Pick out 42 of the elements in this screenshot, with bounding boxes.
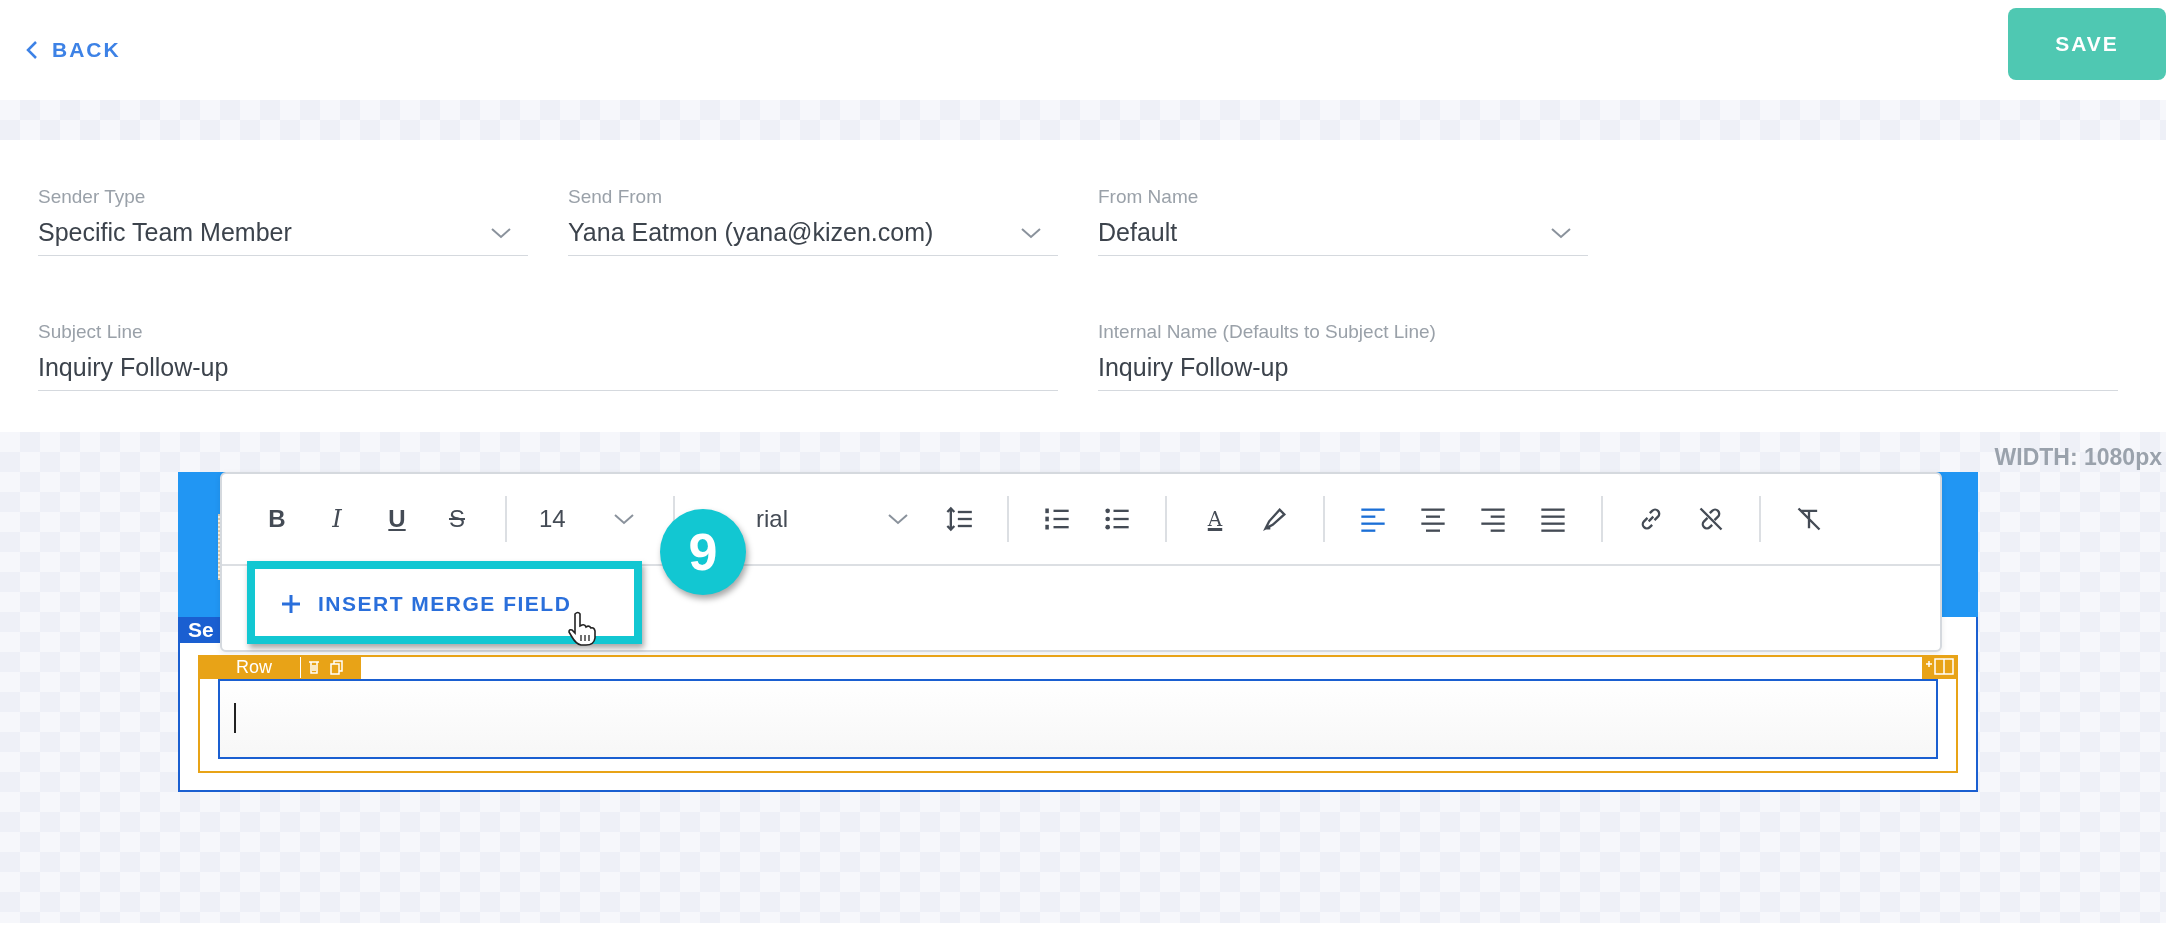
chevron-down-icon — [490, 226, 512, 239]
email-section[interactable]: B I U S 14 rial A INSERT MERGE FIELD 9 Se Row — [178, 472, 1978, 792]
field-label: Sender Type — [38, 186, 147, 208]
step-badge: 9 — [660, 509, 746, 595]
chevron-down-icon — [1550, 226, 1572, 239]
text-color-button[interactable]: A — [1185, 499, 1245, 539]
chevron-down-icon — [887, 513, 909, 525]
select-field[interactable]: From Name Default — [1098, 186, 1588, 256]
strike-button[interactable]: S — [427, 499, 487, 539]
width-label: WIDTH: 1080px — [1994, 444, 2162, 471]
underline-button[interactable]: U — [367, 499, 427, 539]
input-field[interactable]: Subject Line Inquiry Follow-up — [38, 321, 1058, 391]
input-field[interactable]: Internal Name (Defaults to Subject Line) Inquiry Follow-up — [1098, 321, 2118, 391]
field-value: Inquiry Follow-up — [1098, 353, 1289, 382]
font-dropdown[interactable]: rial — [752, 499, 929, 539]
text-cursor — [234, 703, 236, 733]
marker-icon[interactable] — [1261, 505, 1289, 533]
italic-button[interactable]: I — [307, 499, 367, 539]
chevron-down-icon — [1020, 226, 1042, 239]
line-spacing-icon[interactable] — [945, 505, 973, 533]
chevron-left-icon — [26, 40, 38, 60]
hand-cursor-icon — [566, 611, 598, 647]
select-field[interactable]: Send From Yana Eatmon (yana@kizen.com) — [568, 186, 1058, 256]
field-label: From Name — [1098, 186, 1200, 208]
section-tab[interactable]: Se — [180, 617, 222, 643]
text-block[interactable] — [218, 679, 1938, 759]
field-value: Default — [1098, 218, 1178, 247]
field-value: Inquiry Follow-up — [38, 353, 229, 382]
back-link[interactable]: BACK — [26, 32, 121, 68]
field-value: Yana Eatmon (yana@kizen.com) — [568, 218, 934, 247]
field-label: Subject Line — [38, 321, 144, 343]
unlink-icon[interactable] — [1697, 505, 1725, 533]
font-size-dropdown[interactable]: 14 — [525, 499, 655, 539]
chevron-down-icon — [613, 513, 635, 525]
select-field[interactable]: Sender Type Specific Team Member — [38, 186, 528, 256]
field-label: Internal Name (Defaults to Subject Line) — [1098, 321, 1437, 343]
field-value: Specific Team Member — [38, 218, 292, 247]
plus-icon — [280, 593, 302, 615]
clear-format-icon[interactable] — [1795, 505, 1823, 533]
field-label: Send From — [568, 186, 663, 208]
insert-merge-field-button[interactable]: INSERT MERGE FIELD — [262, 574, 592, 634]
bold-button[interactable]: B — [247, 499, 307, 539]
